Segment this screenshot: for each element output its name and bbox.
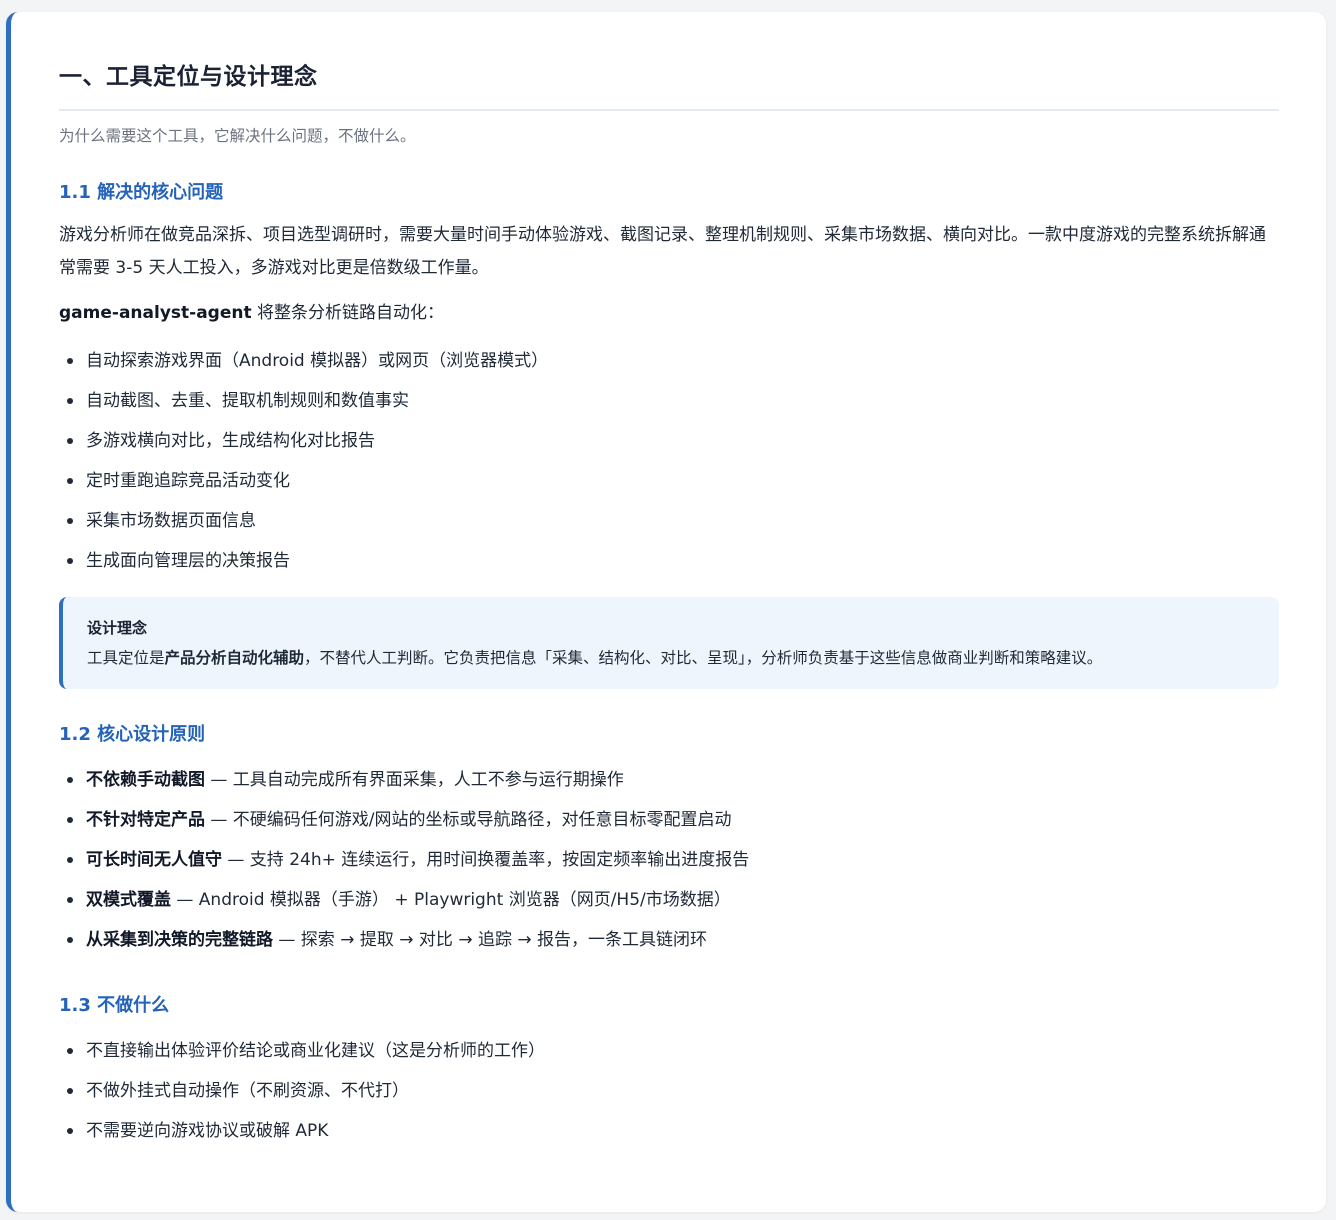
- list-item: 双模式覆盖 — Android 模拟器（手游） + Playwright 浏览器…: [67, 880, 1279, 920]
- bullet-icon: [67, 777, 73, 783]
- list-item: 不针对特定产品 — 不硬编码任何游戏/网站的坐标或导航路径，对任意目标零配置启动: [67, 800, 1279, 840]
- bullet-icon: [67, 398, 73, 404]
- title-divider: [59, 109, 1279, 111]
- section-subtitle: 为什么需要这个工具，它解决什么问题，不做什么。: [59, 127, 416, 145]
- list-item: 自动截图、去重、提取机制规则和数值事实: [67, 381, 1279, 421]
- problem-paragraph: 游戏分析师在做竞品深拆、项目选型调研时，需要大量时间手动体验游戏、截图记录、整理…: [59, 225, 1266, 278]
- bullet-icon: [67, 817, 73, 823]
- list-item: 可长时间无人值守 — 支持 24h+ 连续运行，用时间换覆盖率，按固定频率输出进…: [67, 840, 1279, 880]
- list-item: 不需要逆向游戏协议或破解 APK: [67, 1111, 1279, 1151]
- bullet-icon: [67, 897, 73, 903]
- bullet-icon: [67, 478, 73, 484]
- callout-emphasis: 产品分析自动化辅助: [164, 649, 305, 667]
- heading-1-3: 1.3 不做什么: [59, 995, 170, 1016]
- list-item: 不做外挂式自动操作（不刷资源、不代打）: [67, 1071, 1279, 1111]
- bullet-icon: [67, 358, 73, 364]
- list-item: 不直接输出体验评价结论或商业化建议（这是分析师的工作）: [67, 1031, 1279, 1071]
- list-item: 从采集到决策的完整链路 — 探索 → 提取 → 对比 → 追踪 → 报告，一条工…: [67, 920, 1279, 960]
- list-item: 生成面向管理层的决策报告: [67, 541, 1279, 581]
- bullet-icon: [67, 937, 73, 943]
- agent-intro: game-analyst-agent 将整条分析链路自动化：: [59, 297, 1279, 330]
- heading-1-1: 1.1 解决的核心问题: [59, 182, 224, 203]
- bullet-icon: [67, 438, 73, 444]
- callout-text: 工具定位是产品分析自动化辅助，不替代人工判断。它负责把信息「采集、结构化、对比、…: [87, 649, 1103, 667]
- list-item: 定时重跑追踪竞品活动变化: [67, 461, 1279, 501]
- list-item: 不依赖手动截图 — 工具自动完成所有界面采集，人工不参与运行期操作: [67, 760, 1279, 800]
- agent-name: game-analyst-agent: [59, 303, 252, 323]
- list-item: 多游戏横向对比，生成结构化对比报告: [67, 421, 1279, 461]
- principles-list: 不依赖手动截图 — 工具自动完成所有界面采集，人工不参与运行期操作 不针对特定产…: [59, 760, 1279, 960]
- bullet-icon: [67, 518, 73, 524]
- bullet-icon: [67, 1048, 73, 1054]
- callout-title: 设计理念: [87, 619, 148, 637]
- list-item: 自动探索游戏界面（Android 模拟器）或网页（浏览器模式）: [67, 341, 1279, 381]
- exclusions-list: 不直接输出体验评价结论或商业化建议（这是分析师的工作） 不做外挂式自动操作（不刷…: [59, 1031, 1279, 1151]
- bullet-icon: [67, 857, 73, 863]
- document-card: 一、工具定位与设计理念 为什么需要这个工具，它解决什么问题，不做什么。 1.1 …: [6, 12, 1326, 1212]
- bullet-icon: [67, 1088, 73, 1094]
- automation-list: 自动探索游戏界面（Android 模拟器）或网页（浏览器模式） 自动截图、去重、…: [59, 341, 1279, 581]
- bullet-icon: [67, 1128, 73, 1134]
- design-philosophy-callout: 设计理念 工具定位是产品分析自动化辅助，不替代人工判断。它负责把信息「采集、结构…: [59, 597, 1279, 689]
- section-title: 一、工具定位与设计理念: [59, 64, 318, 90]
- agent-intro-text: 将整条分析链路自动化：: [251, 303, 445, 323]
- heading-1-2: 1.2 核心设计原则: [59, 724, 206, 745]
- bullet-icon: [67, 558, 73, 564]
- list-item: 采集市场数据页面信息: [67, 501, 1279, 541]
